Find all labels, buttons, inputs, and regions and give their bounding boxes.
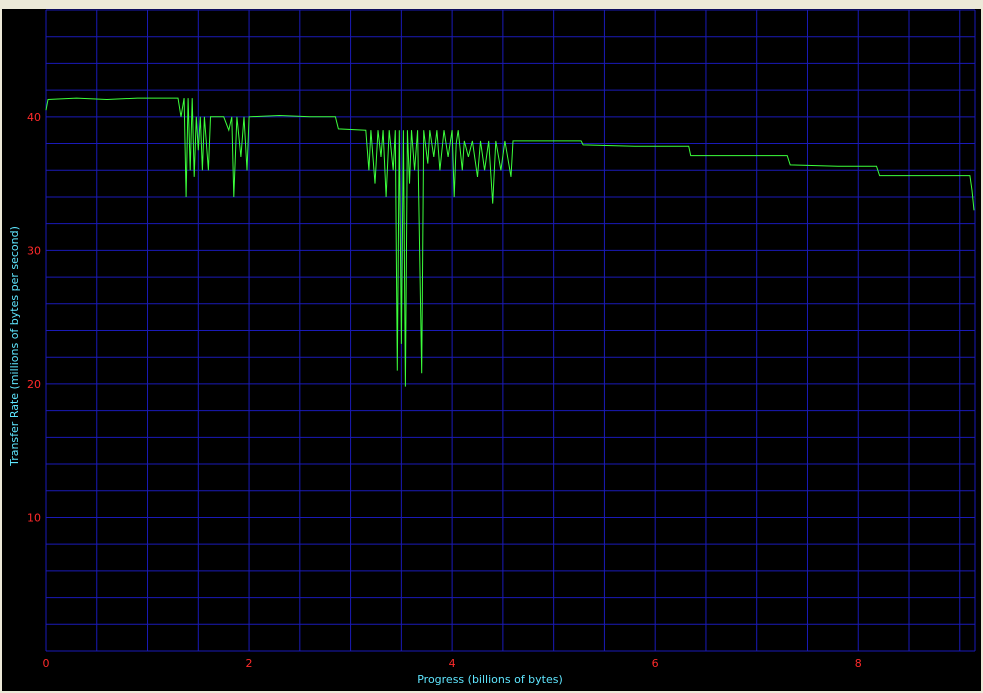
series-group (45, 97, 975, 387)
y-tick-labels: 10 20 30 40 (27, 111, 41, 525)
x-tick-label: 8 (855, 657, 862, 670)
x-tick-labels: 0 2 4 6 8 (43, 657, 862, 670)
y-tick-label: 40 (27, 111, 41, 124)
series-line (45, 97, 975, 387)
y-axis-label: Transfer Rate (millions of bytes per sec… (8, 226, 21, 467)
y-tick-label: 10 (27, 511, 41, 524)
x-tick-label: 6 (652, 657, 659, 670)
grid (45, 9, 976, 652)
y-tick-label: 30 (27, 244, 41, 257)
x-axis-label: Progress (billions of bytes) (417, 673, 563, 686)
x-tick-label: 2 (246, 657, 253, 670)
x-tick-label: 0 (43, 657, 50, 670)
y-tick-label: 20 (27, 378, 41, 391)
transfer-rate-chart: 10 20 30 40 0 2 4 6 8 Transfer Rate (millions o… (8, 9, 976, 686)
x-tick-label: 4 (449, 657, 456, 670)
